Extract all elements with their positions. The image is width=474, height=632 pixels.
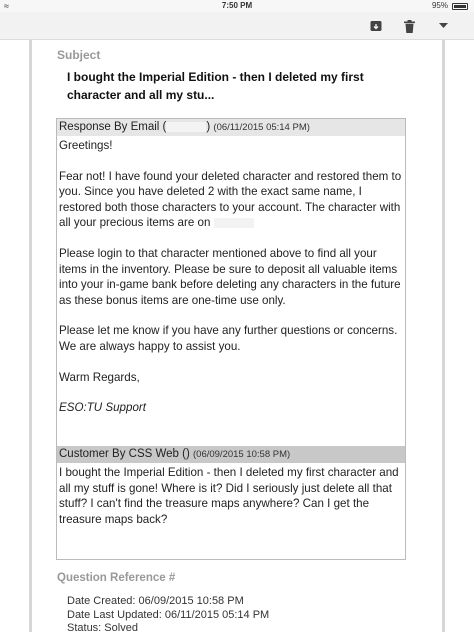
frame-border-right <box>442 40 445 632</box>
date-created: Date Created: 06/09/2015 10:58 PM <box>67 595 244 607</box>
customer-date: (06/09/2015 10:58 PM) <box>193 449 291 460</box>
customer-paragraph: I bought the Imperial Edition - then I d… <box>59 466 399 526</box>
subject-text: I bought the Imperial Edition - then I d… <box>67 70 364 102</box>
response-paragraph: Please let me know if you have any furth… <box>59 324 398 353</box>
redacted-character-name <box>213 218 254 229</box>
question-reference-label: Question Reference # <box>57 572 176 584</box>
response-paragraph: Warm Regards, <box>59 370 140 384</box>
response-body: Greetings! Fear not! I have found your d… <box>59 138 403 416</box>
sender-label: Response By Email ( <box>59 121 167 133</box>
customer-sender-label: Customer By CSS Web () <box>59 448 190 460</box>
mail-toolbar <box>0 12 474 40</box>
battery-icon <box>452 3 468 10</box>
battery-percent: 95% <box>431 1 448 10</box>
status-bar: ≈ 7:50 PM 95% <box>0 0 474 12</box>
customer-header: Customer By CSS Web () (06/09/2015 10:58… <box>57 446 405 463</box>
sender-close: ) <box>206 121 211 133</box>
response-header: Response By Email () (06/11/2015 05:14 P… <box>57 119 405 136</box>
response-date: (06/11/2015 05:14 PM) <box>213 122 310 133</box>
response-paragraph: Greetings! <box>59 139 113 152</box>
date-updated: Date Last Updated: 06/11/2015 05:14 PM <box>67 609 270 621</box>
customer-body: I bought the Imperial Edition - then I d… <box>59 465 403 527</box>
response-paragraph: Fear not! I have found your deleted char… <box>59 169 403 231</box>
response-signature: ESO:TU Support <box>59 401 146 415</box>
archive-icon[interactable] <box>366 16 386 36</box>
redacted-email <box>166 121 207 132</box>
status-time: 7:50 PM <box>221 1 253 10</box>
frame-border-left <box>29 40 32 632</box>
subject-label: Subject <box>57 48 101 62</box>
response-paragraph: Please login to that character mentioned… <box>59 246 401 307</box>
trash-icon[interactable] <box>399 16 419 36</box>
ticket-status: Status: Solved <box>67 622 138 632</box>
message-thread: Response By Email () (06/11/2015 05:14 P… <box>56 118 406 560</box>
dropdown-icon[interactable] <box>433 16 453 36</box>
